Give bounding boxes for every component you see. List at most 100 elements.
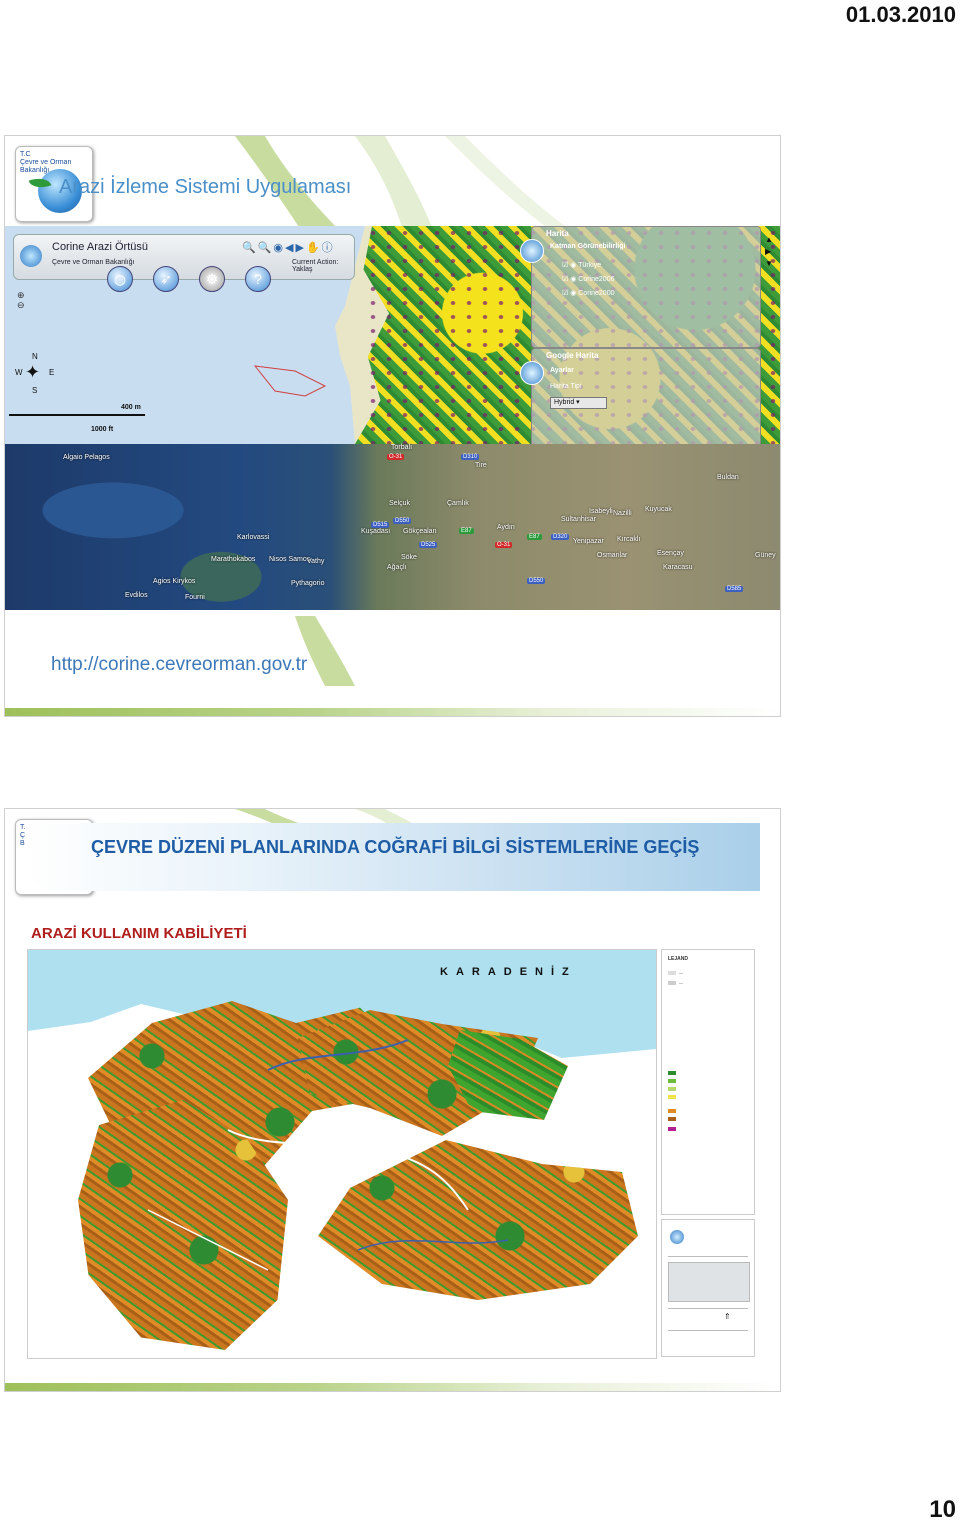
place-label: Pythagorio bbox=[291, 580, 325, 587]
google-globe-icon bbox=[520, 361, 544, 385]
place-label: Fourni bbox=[185, 594, 205, 601]
place-label: Karlovassi bbox=[237, 534, 270, 541]
place-label: Ağaçlı bbox=[387, 564, 407, 571]
scale-lower-label: 1000 ft bbox=[91, 426, 114, 433]
current-action-status: Current Action: Yaklaş bbox=[292, 259, 339, 273]
slide-title: Arazi İzleme Sistemi Uygulaması bbox=[59, 176, 352, 198]
place-label: Çamlık bbox=[447, 500, 469, 507]
road-shield: D310 bbox=[461, 454, 480, 460]
road-shield: O-31 bbox=[495, 542, 513, 548]
legend-swatch bbox=[668, 1108, 676, 1113]
place-label: Nazilli bbox=[613, 510, 632, 517]
place-label: Osmanlar bbox=[597, 552, 628, 559]
app-logo-icon bbox=[20, 245, 42, 267]
map-legend: LEJAND — — bbox=[661, 949, 755, 1215]
map-info-block: ⇑ bbox=[661, 1219, 755, 1357]
place-label: Nisos Samos bbox=[269, 556, 311, 563]
scale-bar bbox=[9, 414, 145, 416]
road-shield: D515 bbox=[371, 522, 390, 528]
website-url[interactable]: http://corine.cevreorman.gov.tr bbox=[51, 654, 307, 676]
place-label: Algaio Pelagos bbox=[63, 454, 110, 461]
page-number: 10 bbox=[929, 1496, 956, 1523]
place-label: Kuyucak bbox=[645, 506, 672, 513]
slide-title: ÇEVRE DÜZENİ PLANLARINDA COĞRAFİ BİLGİ S… bbox=[91, 837, 700, 857]
map-type-label: Harita Tipi bbox=[550, 383, 582, 390]
legend-swatch bbox=[668, 1078, 676, 1083]
legend-swatch bbox=[668, 1086, 676, 1091]
settings-gear-icon[interactable]: ⚙ bbox=[199, 266, 225, 292]
place-label: Torbalı bbox=[391, 444, 413, 451]
layer-checkbox-turkiye[interactable]: ☑ ◉ Türkiye bbox=[562, 261, 601, 269]
layers-globe-icon bbox=[520, 239, 544, 263]
road-shield: E87 bbox=[527, 534, 542, 540]
corine-map-view[interactable]: Corine Arazi Örtüsü Çevre ve Orman Bakan… bbox=[5, 226, 780, 472]
road-shield: D320 bbox=[551, 534, 570, 540]
document-date: 01.03.2010 bbox=[845, 2, 956, 27]
back-icon[interactable]: ◀ bbox=[285, 242, 295, 254]
place-label: Tire bbox=[475, 462, 487, 469]
settings-heading: Ayarlar bbox=[550, 367, 574, 374]
place-label: Marathokabos bbox=[211, 556, 256, 563]
zoom-in-icon[interactable]: 🔍 bbox=[242, 242, 258, 254]
zoom-out-icon[interactable]: 🔍 bbox=[258, 242, 274, 254]
info-icon[interactable]: ⓘ bbox=[322, 242, 335, 254]
slide-bottom-bar bbox=[5, 1383, 780, 1391]
road-shield: E87 bbox=[459, 528, 474, 534]
road-shield: D550 bbox=[527, 578, 546, 584]
map-type-select[interactable]: Hybrid ▾ bbox=[550, 397, 607, 409]
place-label: Güney bbox=[755, 552, 776, 559]
road-shield: D585 bbox=[725, 586, 744, 592]
legend-swatch bbox=[668, 1116, 676, 1121]
place-label: Selçuk bbox=[389, 500, 411, 507]
forward-icon[interactable]: ▶ bbox=[295, 242, 305, 254]
satellite-map-view[interactable]: Algaio Pelagos Selçuk Kuşadası Gökçealan… bbox=[5, 444, 780, 610]
app-subtitle: Çevre ve Orman Bakanlığı bbox=[52, 259, 135, 266]
place-label: Esençay bbox=[657, 550, 684, 557]
compass-rose-icon: N S W E ✦ bbox=[15, 352, 55, 395]
place-label: Isabeyli bbox=[589, 508, 613, 515]
location-minimap bbox=[668, 1262, 750, 1302]
panel-title-harita: Harita bbox=[546, 229, 569, 238]
place-label: Buldan bbox=[717, 474, 739, 481]
legend-swatch bbox=[668, 1094, 676, 1099]
app-title: Corine Arazi Örtüsü bbox=[52, 241, 148, 253]
road-shield: D550 bbox=[393, 518, 412, 524]
layer-visibility-heading: Katman Görünebilirliği bbox=[550, 243, 626, 250]
north-arrow-icon: ⇑ bbox=[724, 1312, 731, 1321]
road-network bbox=[147, 1039, 509, 1271]
place-label: Yenipazar bbox=[573, 538, 604, 545]
place-label: Agios Kirykos bbox=[153, 578, 196, 585]
globe-icon[interactable]: ◉ bbox=[273, 242, 285, 254]
ministry-logo-icon bbox=[670, 1230, 684, 1244]
place-label: Vathy bbox=[307, 558, 325, 565]
slide-cevre-duzeni-planlari: T.C Çe Ba ÇEVRE DÜZENİ PLANLARINDA COĞRA… bbox=[4, 808, 781, 1392]
legend-title: LEJAND bbox=[668, 956, 689, 962]
help-button[interactable]: ? bbox=[245, 266, 271, 292]
world-button[interactable]: ◍ bbox=[107, 266, 133, 292]
toolbar-icons: 🔍🔍◉◀▶✋ⓘ bbox=[242, 239, 335, 255]
place-label: Gökçealan bbox=[403, 528, 437, 535]
pan-icon[interactable]: ✋ bbox=[306, 242, 322, 254]
legend-swatch bbox=[668, 1126, 676, 1131]
measure-button[interactable]: ➶ bbox=[153, 266, 179, 292]
land-capability-map: KARADENİZ bbox=[27, 949, 657, 1359]
pan-arrows[interactable]: ▲ ▶ ▼ bbox=[765, 234, 773, 270]
slide-bottom-bar bbox=[5, 708, 780, 716]
web-map-screenshot: Corine Arazi Örtüsü Çevre ve Orman Bakan… bbox=[5, 226, 780, 610]
road-shield: O-31 bbox=[387, 454, 405, 460]
road-shield: D525 bbox=[419, 542, 438, 548]
app-toolbar: Corine Arazi Örtüsü Çevre ve Orman Bakan… bbox=[13, 234, 355, 280]
legend-swatch bbox=[668, 1070, 676, 1075]
scale-upper-label: 400 m bbox=[121, 404, 141, 411]
zoom-controls[interactable]: ⊕ ⊖ bbox=[17, 290, 25, 310]
place-label: Söke bbox=[401, 554, 417, 561]
panel-title-google: Google Harita bbox=[546, 351, 599, 360]
layer-checkbox-corine2000[interactable]: ☑ ◉ Corine2000 bbox=[562, 289, 614, 297]
place-label: Kuşadası bbox=[361, 528, 391, 535]
place-label: Aydın bbox=[497, 524, 515, 531]
layer-visibility-panel: Harita Katman Görünebilirliği ☑ ◉ Türkiy… bbox=[520, 226, 761, 348]
place-label: Evdilos bbox=[125, 592, 148, 599]
slide-arazi-izleme: T.C Çevre ve Orman Bakanlığı Arazi İzlem… bbox=[4, 135, 781, 717]
layer-checkbox-corine2006[interactable]: ☑ ◉ Corine2006 bbox=[562, 275, 614, 283]
place-label: Kırcaklı bbox=[617, 536, 641, 543]
